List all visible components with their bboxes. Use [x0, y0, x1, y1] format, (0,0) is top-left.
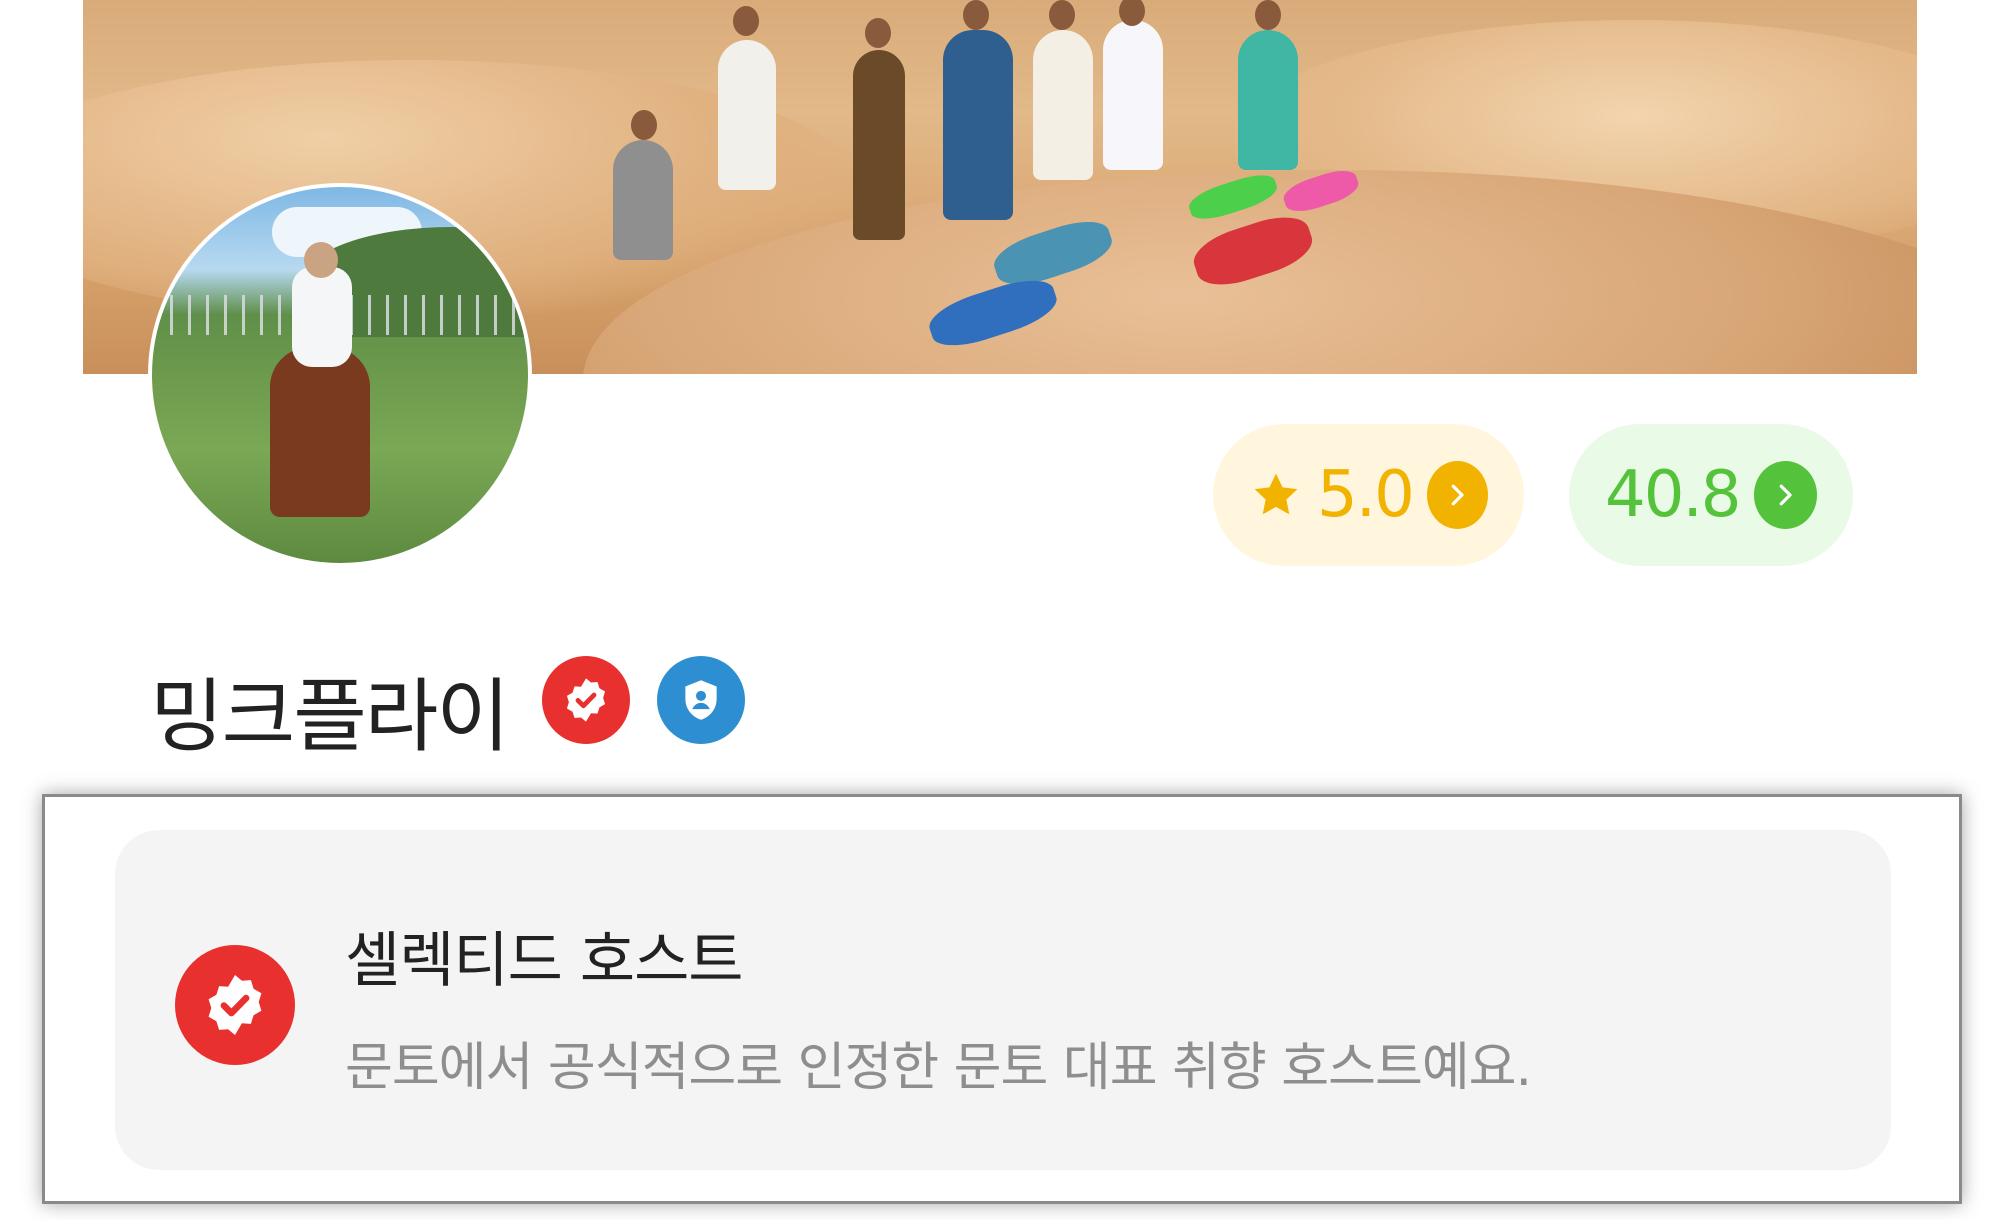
selected-host-popup: 셀렉티드 호스트 문토에서 공식적으로 인정한 문토 대표 취향 호스트예요. — [42, 794, 1962, 1204]
cover-person — [613, 140, 673, 260]
cover-person — [718, 40, 776, 190]
cover-person-head — [1255, 0, 1281, 30]
cover-person — [943, 30, 1013, 220]
chevron-right-icon — [1753, 461, 1817, 529]
cover-person-head — [733, 6, 759, 36]
cover-person — [1238, 30, 1298, 170]
cover-person — [1033, 30, 1093, 180]
manner-temperature-button[interactable]: 40.8 — [1569, 424, 1853, 566]
popup-title: 셀렉티드 호스트 — [345, 926, 743, 996]
chevron-right-icon — [1426, 461, 1488, 529]
cover-person-head — [963, 0, 989, 30]
rating-value: 5.0 — [1317, 458, 1415, 532]
cover-person-head — [631, 110, 657, 140]
avatar-horse — [270, 347, 370, 517]
host-name: 밍크플라이 — [150, 670, 510, 763]
avatar-rider-head — [304, 242, 338, 278]
selected-host-badge-icon[interactable] — [542, 656, 630, 744]
temperature-value: 40.8 — [1605, 458, 1741, 532]
cover-person-head — [1049, 0, 1075, 30]
verified-id-badge-icon[interactable] — [657, 656, 745, 744]
popup-description: 문토에서 공식적으로 인정한 문토 대표 취향 호스트예요. — [345, 1038, 1532, 1098]
host-avatar[interactable] — [148, 183, 532, 567]
rating-button[interactable]: 5.0 — [1213, 424, 1524, 566]
avatar-rider — [292, 267, 352, 367]
selected-host-info-box: 셀렉티드 호스트 문토에서 공식적으로 인정한 문토 대표 취향 호스트예요. — [115, 830, 1891, 1170]
star-icon — [1254, 473, 1298, 515]
cover-person — [853, 50, 905, 240]
cover-person-head — [865, 18, 891, 48]
selected-host-badge-icon — [175, 945, 295, 1065]
cover-person — [1103, 20, 1163, 170]
